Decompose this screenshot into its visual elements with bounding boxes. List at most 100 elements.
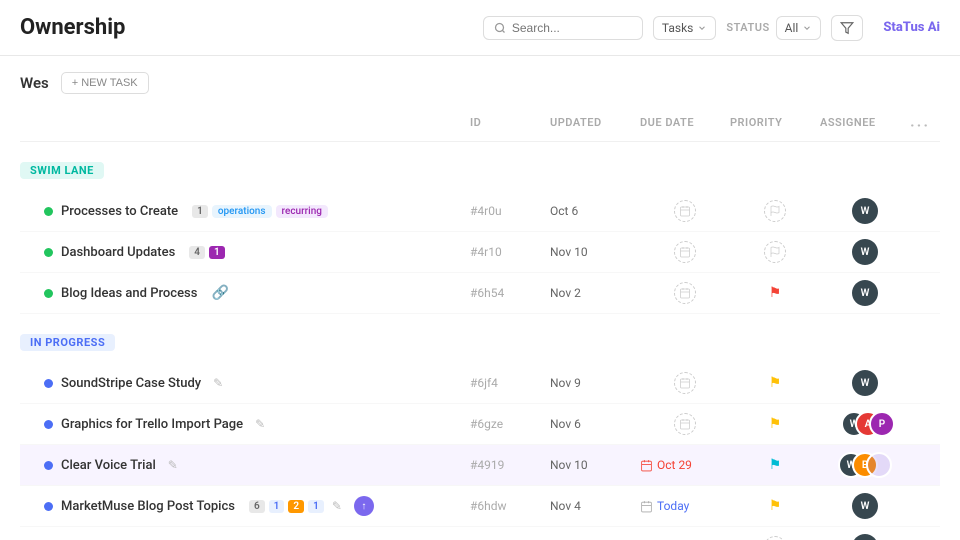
task-updated: Nov 2 <box>550 286 640 300</box>
task-name: Graphics for Trello Import Page <box>61 417 243 432</box>
col-more: ··· <box>910 116 940 135</box>
avatar-ghost <box>866 452 892 478</box>
priority-icon <box>764 536 786 540</box>
status-value: All <box>785 21 799 35</box>
task-id: #4r10 <box>470 245 550 259</box>
task-updated: Oct 6 <box>550 204 640 218</box>
avatar: W <box>852 198 878 224</box>
avatar: W <box>852 534 878 540</box>
user-name: Wes <box>20 74 49 92</box>
task-name: Blog Ideas and Process <box>61 286 197 301</box>
table-row: Blog Ideas and Process 🔗 #6h54 Nov 2 ⚑ W <box>20 273 940 314</box>
status-all-dropdown[interactable]: All <box>776 16 822 40</box>
page-title: Ownership <box>20 15 125 40</box>
priority-icon <box>764 200 786 222</box>
filter-icon <box>840 21 854 35</box>
num-1a: 1 <box>269 500 285 513</box>
task-assignee: W <box>820 280 910 306</box>
priority-flag-yellow: ⚑ <box>769 375 782 391</box>
task-priority <box>730 241 820 263</box>
edit-icon: ✎ <box>332 499 342 513</box>
upload-icon: ↑ <box>354 496 374 516</box>
priority-icon <box>764 241 786 263</box>
filter-button[interactable] <box>831 15 863 41</box>
task-name: Dashboard Updates <box>61 245 175 260</box>
task-priority: ⚑ <box>730 457 820 473</box>
more-options[interactable]: ··· <box>910 116 930 135</box>
table-header: ID UPDATED DUE DATE PRIORITY ASSIGNEE ··… <box>20 110 940 142</box>
status-dot <box>44 461 53 470</box>
task-assignee: W B <box>820 452 910 478</box>
task-due: Today <box>640 499 730 513</box>
task-badges: 1 operations recurring <box>192 205 328 218</box>
table-row: SoundStripe Case Study ✎ #6jf4 Nov 9 ⚑ W <box>20 363 940 404</box>
num-badge-4: 4 <box>189 246 205 259</box>
task-priority: ⚑ <box>730 375 820 391</box>
num-1b: 1 <box>308 500 324 513</box>
table-row: Graphics for Trello Import Page ✎ #6gze … <box>20 404 940 445</box>
avatar: W <box>852 239 878 265</box>
col-duedate: DUE DATE <box>640 116 730 135</box>
tag-recurring: recurring <box>276 205 328 218</box>
task-name: SoundStripe Case Study <box>61 376 201 391</box>
avatar: W <box>852 370 878 396</box>
due-date-icon <box>674 372 696 394</box>
task-name-cell: SoundStripe Case Study ✎ <box>44 376 470 391</box>
avatar: W <box>852 493 878 519</box>
task-name-cell: Graphics for Trello Import Page ✎ <box>44 417 470 432</box>
task-updated: Nov 4 <box>550 499 640 513</box>
task-due <box>640 413 730 435</box>
status-dot <box>44 289 53 298</box>
task-priority <box>730 536 820 540</box>
task-assignee: W <box>820 239 910 265</box>
search-input[interactable] <box>512 21 592 35</box>
num-badge: 1 <box>192 205 208 218</box>
task-assignee: W <box>820 493 910 519</box>
col-updated: UPDATED <box>550 116 640 135</box>
calendar-icon-red <box>640 459 653 472</box>
col-id: ID <box>470 116 550 135</box>
new-task-button[interactable]: + NEW TASK <box>61 72 149 94</box>
tasks-dropdown[interactable]: Tasks <box>653 16 717 40</box>
status-label: STATUS <box>726 21 769 34</box>
task-due <box>640 241 730 263</box>
table-row: Processes to Create 1 operations recurri… <box>20 191 940 232</box>
header: Ownership Tasks STATUS All StaTus Ai <box>0 0 960 56</box>
due-date-text: Oct 29 <box>657 458 692 472</box>
avatar-3: P <box>869 411 895 437</box>
tasks-label: Tasks <box>662 21 694 35</box>
col-priority: PRIORITY <box>730 116 820 135</box>
task-id: #4r0u <box>470 204 550 218</box>
edit-icon: ✎ <box>168 458 178 472</box>
task-due <box>640 200 730 222</box>
calendar-icon <box>640 500 653 513</box>
chevron-down-icon-status <box>802 23 812 33</box>
task-assignee: W <box>820 198 910 224</box>
col-name <box>44 116 470 135</box>
search-bar[interactable] <box>483 16 643 40</box>
status-dot <box>44 207 53 216</box>
task-priority: ⚑ <box>730 498 820 514</box>
avatar: W <box>852 280 878 306</box>
avatar-group: W B <box>838 452 892 478</box>
task-id: #6jf4 <box>470 376 550 390</box>
edit-icon: ✎ <box>213 376 223 390</box>
main-content: Wes + NEW TASK ID UPDATED DUE DATE PRIOR… <box>0 56 960 540</box>
avatar-group: W A P <box>841 411 889 437</box>
task-name-cell: MarketMuse Blog Post Topics 6 1 2 1 ✎ ↑ <box>44 496 470 516</box>
priority-flag-red: ⚑ <box>769 285 782 301</box>
task-id: #4919 <box>470 458 550 472</box>
num-badge-1: 1 <box>209 246 225 259</box>
priority-flag-cyan: ⚑ <box>769 457 782 473</box>
ai-logo-text: StaTus Ai <box>883 20 940 35</box>
task-name-cell: Clear Voice Trial ✎ <box>44 458 470 473</box>
task-assignee: W <box>820 534 910 540</box>
task-assignee: W <box>820 370 910 396</box>
priority-flag-yellow: ⚑ <box>769 498 782 514</box>
header-actions: Tasks STATUS All StaTus Ai <box>483 15 940 41</box>
task-name-cell: Dashboard Updates 4 1 <box>44 245 470 260</box>
chevron-down-icon <box>697 23 707 33</box>
task-name: Clear Voice Trial <box>61 458 156 473</box>
num-2: 2 <box>288 500 304 513</box>
section-swim-lane: SWIM LANE Processes to Create 1 operatio… <box>20 152 940 314</box>
